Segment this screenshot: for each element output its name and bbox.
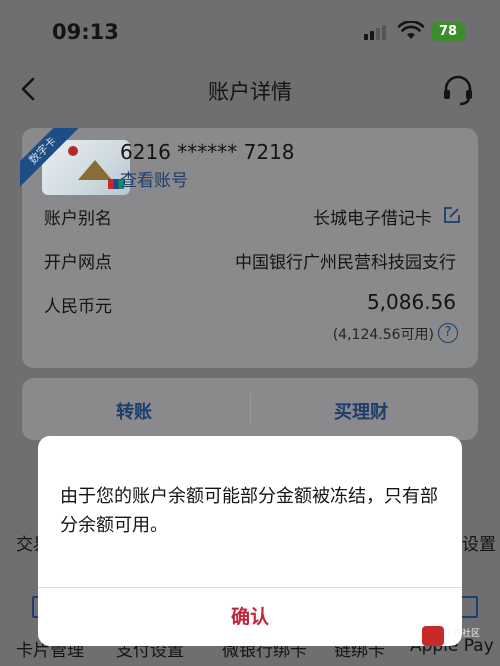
alias-label: 账户别名 xyxy=(44,209,112,229)
digital-card-badge: 数字卡 xyxy=(20,128,80,188)
status-time: 09:13 xyxy=(52,20,119,44)
dialog-message: 由于您的账户余额可能部分金额被冻结，只有部分余额可用。 xyxy=(60,486,438,536)
action-divider xyxy=(250,394,251,424)
watermark: 卡农社区 xyxy=(422,624,498,650)
digital-card-badge-label: 数字卡 xyxy=(20,128,80,188)
card-number: 6216 ****** 7218 xyxy=(120,140,295,164)
currency-label: 人民币元 xyxy=(44,297,112,317)
available-balance: (4,124.56可用) xyxy=(332,327,434,343)
balance-value: 5,086.56 xyxy=(366,290,456,314)
status-bar: 09:13 78 xyxy=(0,0,500,64)
great-wall-icon xyxy=(78,160,112,180)
account-card: 数字卡 6216 ****** 7218 查看账号 账户别名 长城电子借记卡 开… xyxy=(20,128,478,368)
wifi-icon xyxy=(398,21,424,39)
page-title: 账户详情 xyxy=(208,80,292,104)
help-icon[interactable]: ? xyxy=(438,323,458,343)
watermark-text: 卡农社区 xyxy=(444,629,481,639)
watermark-logo-icon xyxy=(422,626,444,646)
apple-pay-icon xyxy=(460,596,478,618)
headset-icon[interactable] xyxy=(440,72,476,108)
alias-value: 长城电子借记卡 xyxy=(313,209,432,229)
cellular-signal-icon xyxy=(364,24,388,40)
battery-indicator: 78 xyxy=(431,22,465,42)
buy-wealth-button[interactable]: 买理财 xyxy=(334,398,388,424)
alert-dialog: 由于您的账户余额可能部分金额被冻结，只有部分余额可用。 确认 xyxy=(38,436,462,646)
grid-item-settings[interactable]: 设置 xyxy=(462,530,496,555)
action-bar: 转账 买理财 xyxy=(22,378,478,440)
branch-label: 开户网点 xyxy=(44,253,112,273)
transfer-button[interactable]: 转账 xyxy=(116,398,152,424)
branch-value: 中国银行广州民营科技园支行 xyxy=(235,253,456,273)
view-account-link[interactable]: 查看账号 xyxy=(120,166,188,191)
nav-header: 账户详情 xyxy=(0,64,500,114)
edit-icon[interactable] xyxy=(442,205,462,225)
battery-level: 78 xyxy=(438,24,458,39)
confirm-button[interactable]: 确认 xyxy=(38,588,462,646)
